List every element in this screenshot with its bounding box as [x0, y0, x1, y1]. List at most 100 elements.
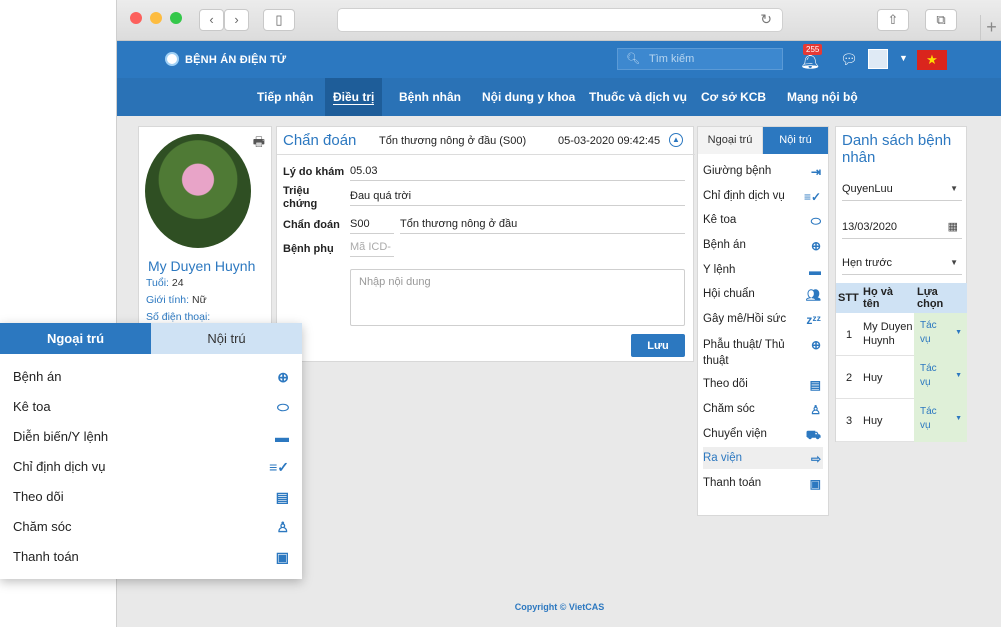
table-row[interactable]: 1 My Duyen Huynh Tác vụ ▼	[836, 313, 967, 356]
patient-name: My Duyen Huynh	[148, 258, 256, 274]
row-name: My Duyen Huynh	[863, 321, 913, 347]
menu-item-cham-soc[interactable]: Chăm sóc ♙	[703, 403, 823, 425]
collapse-up-icon[interactable]: ▲	[669, 133, 683, 147]
menu-item-ra-vien[interactable]: Ra viện ⇨	[703, 447, 823, 469]
tabs-icon[interactable]: ⧉	[925, 9, 957, 31]
menu-item-label: Chỉ định dịch vụ	[13, 459, 106, 474]
calendar-icon: ▦	[947, 221, 958, 233]
close-window-button[interactable]	[130, 12, 142, 24]
vietnam-flag-icon[interactable]: ★	[917, 50, 947, 70]
clipboard-icon: ▤	[809, 378, 821, 392]
filter-select[interactable]: Hẹn trước ▼	[842, 253, 962, 275]
address-bar[interactable]: ↻	[337, 8, 783, 32]
menu-item-label: Chỉ định dịch vụ	[703, 190, 785, 202]
save-button[interactable]: Lưu	[631, 334, 685, 357]
menu-item-label-line2: thuật	[703, 355, 729, 367]
chevron-down-icon[interactable]: ▼	[899, 53, 908, 63]
menu-item-benh-an[interactable]: Bệnh án ⊕	[703, 239, 823, 261]
printer-icon[interactable]: 🖶	[253, 133, 265, 155]
table-row[interactable]: 2 Huy Tác vụ ▼	[836, 356, 967, 399]
user-avatar[interactable]	[868, 49, 888, 69]
diagnosis-title: Chẩn đoán	[283, 132, 357, 149]
menu-item-thanh-toan[interactable]: Thanh toán ▣	[13, 549, 289, 571]
menu-item-y-lenh[interactable]: Y lệnh ▬	[703, 264, 823, 286]
menu-item-hoi-chuan[interactable]: Hội chuẩn 👥︎	[703, 288, 823, 310]
menu-item-label: Giường bệnh	[703, 165, 772, 177]
logo-icon	[165, 52, 179, 66]
reload-icon[interactable]: ↻	[760, 11, 772, 28]
nav-co-so-kcb[interactable]: Cơ sở KCB	[693, 78, 774, 116]
nav-tiep-nhan[interactable]: Tiếp nhận	[249, 78, 321, 116]
caret-down-icon: ▼	[950, 258, 958, 267]
tab-ngoai-tru[interactable]: Ngoại trú	[698, 127, 763, 154]
share-icon[interactable]: ⇧	[877, 9, 909, 31]
nav-noi-dung-y-khoa[interactable]: Nội dung y khoa	[474, 78, 583, 116]
forward-icon[interactable]: ›	[224, 9, 249, 31]
nurse-icon: ♙	[276, 519, 289, 535]
nav-thuoc-va-dich-vu[interactable]: Thuốc và dịch vụ	[581, 78, 695, 116]
tab-noi-tru[interactable]: Nội trú	[763, 127, 828, 154]
back-icon[interactable]: ‹	[199, 9, 224, 31]
pill-icon: ⬭	[810, 214, 821, 228]
new-tab-icon[interactable]: +	[980, 15, 1001, 41]
tab-ngoai-tru[interactable]: Ngoại trú	[0, 323, 151, 354]
brand[interactable]: BỆNH ÁN ĐIỆN TỬ	[165, 52, 286, 66]
patient-gender: Giới tính: Nữ	[146, 294, 207, 306]
chat-icon[interactable]: 💬︎	[840, 51, 858, 68]
diagnosis-name-field[interactable]: Tổn thương nông ở đầu	[400, 218, 685, 234]
tab-noi-tru[interactable]: Nội trú	[151, 323, 302, 354]
row-stt: 1	[846, 329, 853, 341]
menu-item-phau-thuat-thu-thuat[interactable]: Phẫu thuật/ Thủ thuật ⊕	[703, 337, 823, 371]
maximize-window-button[interactable]	[170, 12, 182, 24]
content-textarea[interactable]: Nhập nội dung	[350, 269, 685, 326]
search-placeholder: Tìm kiếm	[649, 53, 695, 65]
secondary-icd-input[interactable]: Mã ICD-	[350, 241, 394, 257]
symptom-field[interactable]: Đau quá trời	[350, 190, 685, 206]
menu-item-label: Thanh toán	[703, 477, 762, 489]
diagnosis-panel: Chẩn đoán Tổn thương nông ở đầu (S00) 05…	[276, 126, 695, 362]
menu-item-theo-doi[interactable]: Theo dõi ▤	[13, 489, 289, 511]
menu-item-label: Chăm sóc	[13, 519, 72, 534]
menu-item-label: Theo dõi	[13, 489, 64, 504]
copyright: Copyright © VietCAS	[514, 602, 605, 612]
menu-item-label: Gây mê/Hồi sức	[703, 313, 787, 325]
menu-item-gay-me-hoi-suc[interactable]: Gây mê/Hồi sức zᶻᶻ	[703, 313, 823, 335]
patient-list-title: Danh sách bệnh nhân	[842, 132, 952, 166]
bed-icon: ▬	[809, 264, 821, 278]
menu-item-cham-soc[interactable]: Chăm sóc ♙	[13, 519, 289, 541]
menu-item-ke-toa[interactable]: Kê toa ⬭	[13, 399, 289, 421]
minimize-window-button[interactable]	[150, 12, 162, 24]
menu-item-ke-toa[interactable]: Kê toa ⬭	[703, 214, 823, 236]
doctor-select[interactable]: QuyenLuu ▼	[842, 179, 962, 201]
action-dropdown[interactable]: Tác vụ ▼	[914, 356, 967, 399]
column-name: Họ và tên	[863, 286, 893, 310]
menu-item-giuong-benh[interactable]: Giường bệnh ⇥	[703, 165, 823, 187]
nav-mang-noi-bo[interactable]: Mạng nội bộ	[779, 78, 866, 116]
icd-code-field[interactable]: S00	[350, 218, 394, 234]
nav-benh-nhan[interactable]: Bệnh nhân	[391, 78, 469, 116]
menu-item-thanh-toan[interactable]: Thanh toán ▣	[703, 477, 823, 499]
symptom-label-line2: chứng	[283, 198, 318, 210]
menu-item-chi-dinh-dich-vu[interactable]: Chỉ định dịch vụ ≡✓	[703, 190, 823, 212]
search-input[interactable]: 🔍︎ Tìm kiếm	[617, 48, 783, 70]
ambulance-icon: ⛟	[805, 428, 821, 442]
reason-field[interactable]: 05.03	[350, 165, 685, 181]
money-icon: ▣	[809, 477, 821, 491]
patient-photo	[145, 134, 251, 248]
app-header: BỆNH ÁN ĐIỆN TỬ 🔍︎ Tìm kiếm 🔔︎ 255 💬︎ ▼ …	[117, 41, 1001, 78]
table-row[interactable]: 3 Huy Tác vụ ▼	[836, 399, 967, 442]
sidebar-icon[interactable]: ▯	[263, 9, 295, 31]
menu-item-label: Hội chuẩn	[703, 288, 755, 300]
menu-item-dien-bien-y-lenh[interactable]: Diễn biến/Y lệnh ▬	[13, 429, 289, 451]
action-label: Tác vụ	[920, 320, 937, 345]
action-dropdown[interactable]: Tác vụ ▼	[914, 399, 967, 442]
menu-item-benh-an[interactable]: Bệnh án ⊕	[13, 369, 289, 391]
action-dropdown[interactable]: Tác vụ ▼	[914, 313, 967, 356]
date-picker[interactable]: 13/03/2020 ▦	[842, 217, 962, 239]
action-label: Tác vụ	[920, 406, 937, 431]
menu-item-chi-dinh-dich-vu[interactable]: Chỉ định dịch vụ ≡✓	[13, 459, 289, 481]
menu-item-theo-doi[interactable]: Theo dõi ▤	[703, 378, 823, 400]
bed-icon: ▬	[275, 429, 289, 445]
nav-dieu-tri[interactable]: Điều trị	[325, 78, 383, 116]
nav-label: Điều trị	[333, 90, 375, 105]
